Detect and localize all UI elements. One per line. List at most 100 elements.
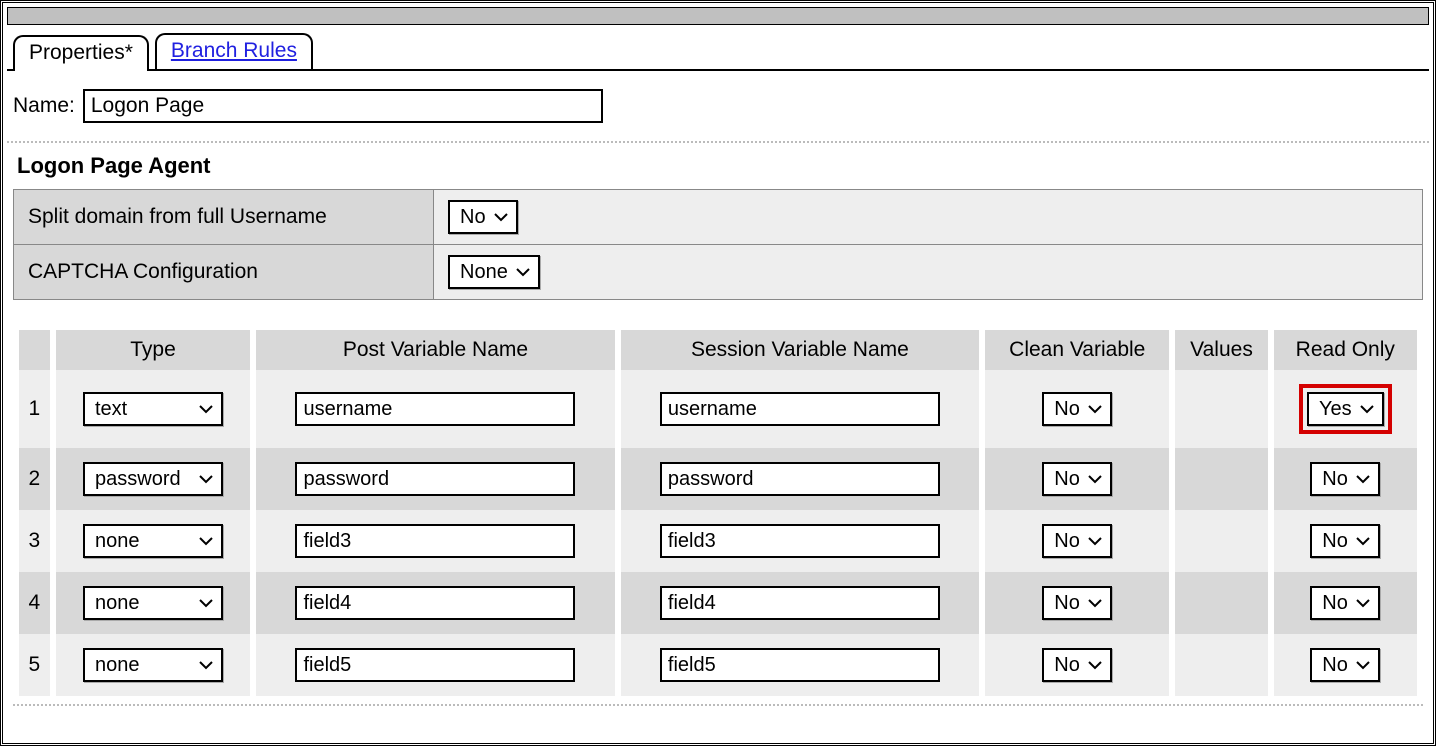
- row-readonly-cell: No: [1274, 634, 1417, 696]
- chevron-down-icon: [1088, 404, 1102, 414]
- row-readonly-cell: Yes: [1274, 370, 1417, 448]
- post-variable-input[interactable]: [295, 524, 575, 558]
- chevron-down-icon: [199, 474, 213, 484]
- chevron-down-icon: [1356, 598, 1370, 608]
- chevron-down-icon: [1356, 536, 1370, 546]
- captcha-label: CAPTCHA Configuration: [14, 245, 434, 300]
- chevron-down-icon: [199, 536, 213, 546]
- row-post-cell: [256, 370, 614, 448]
- post-variable-input[interactable]: [295, 392, 575, 426]
- captcha-value-cell: None: [434, 245, 1423, 300]
- post-variable-input[interactable]: [295, 462, 575, 496]
- tab-properties[interactable]: Properties*: [13, 35, 149, 71]
- row-number: 5: [19, 634, 50, 696]
- clean-variable-select-text: No: [1054, 530, 1080, 553]
- readonly-select[interactable]: No: [1310, 586, 1380, 620]
- fields-header-session: Session Variable Name: [621, 330, 979, 370]
- split-domain-select-text: No: [460, 206, 486, 229]
- readonly-select[interactable]: No: [1310, 648, 1380, 682]
- readonly-select[interactable]: Yes: [1307, 392, 1384, 426]
- readonly-select[interactable]: No: [1310, 524, 1380, 558]
- session-variable-input[interactable]: [660, 648, 940, 682]
- type-select-text: text: [95, 398, 191, 421]
- clean-variable-select-text: No: [1054, 468, 1080, 491]
- chevron-down-icon: [199, 404, 213, 414]
- clean-variable-select-text: No: [1054, 398, 1080, 421]
- row-clean-cell: No: [985, 634, 1169, 696]
- clean-variable-select[interactable]: No: [1042, 586, 1112, 620]
- type-select-text: none: [95, 592, 191, 615]
- row-post-cell: [256, 572, 614, 634]
- table-row: 1textNoYes: [19, 370, 1417, 448]
- fields-header-clean: Clean Variable: [985, 330, 1169, 370]
- type-select-text: none: [95, 530, 191, 553]
- row-values-cell: [1175, 448, 1267, 510]
- row-number: 4: [19, 572, 50, 634]
- session-variable-input[interactable]: [660, 462, 940, 496]
- chevron-down-icon: [199, 598, 213, 608]
- row-number: 2: [19, 448, 50, 510]
- row-values-cell: [1175, 634, 1267, 696]
- row-post-cell: [256, 634, 614, 696]
- fields-header-readonly: Read Only: [1274, 330, 1417, 370]
- fields-wrap: Type Post Variable Name Session Variable…: [7, 330, 1429, 696]
- fields-table: Type Post Variable Name Session Variable…: [13, 330, 1423, 696]
- name-row: Name:: [7, 71, 1429, 143]
- table-row: 5 none No No: [19, 634, 1417, 696]
- table-row: 3 none No No: [19, 510, 1417, 572]
- tab-bar: Properties* Branch Rules: [7, 33, 1429, 71]
- fields-header-post: Post Variable Name: [256, 330, 614, 370]
- tab-branch-rules[interactable]: Branch Rules: [155, 33, 313, 69]
- settings-table: Split domain from full Username No CAPTC…: [13, 189, 1423, 300]
- row-clean-cell: No: [985, 572, 1169, 634]
- row-number: 3: [19, 510, 50, 572]
- captcha-select[interactable]: None: [448, 255, 540, 289]
- table-row: 4 none No No: [19, 572, 1417, 634]
- clean-variable-select[interactable]: No: [1042, 462, 1112, 496]
- chevron-down-icon: [1088, 660, 1102, 670]
- clean-variable-select-text: No: [1054, 654, 1080, 677]
- row-values-cell: [1175, 370, 1267, 448]
- post-variable-input[interactable]: [295, 648, 575, 682]
- session-variable-input[interactable]: [660, 524, 940, 558]
- type-select-text: password: [95, 468, 191, 491]
- row-post-cell: [256, 510, 614, 572]
- split-domain-value-cell: No: [434, 190, 1423, 245]
- window-titlebar: [7, 7, 1429, 25]
- row-type-cell: none: [56, 510, 251, 572]
- readonly-highlight: Yes: [1299, 384, 1392, 434]
- row-post-cell: [256, 448, 614, 510]
- type-select[interactable]: none: [83, 648, 223, 682]
- clean-variable-select[interactable]: No: [1042, 648, 1112, 682]
- type-select[interactable]: password: [83, 462, 223, 496]
- chevron-down-icon: [494, 212, 508, 222]
- clean-variable-select-text: No: [1054, 592, 1080, 615]
- row-type-cell: text: [56, 370, 251, 448]
- type-select[interactable]: text: [83, 392, 223, 426]
- post-variable-input[interactable]: [295, 586, 575, 620]
- fields-header-values: Values: [1175, 330, 1267, 370]
- type-select[interactable]: none: [83, 586, 223, 620]
- table-row: 2 password No No: [19, 448, 1417, 510]
- chevron-down-icon: [1356, 660, 1370, 670]
- readonly-select[interactable]: No: [1310, 462, 1380, 496]
- session-variable-input[interactable]: [660, 586, 940, 620]
- readonly-select-text: No: [1322, 592, 1348, 615]
- row-clean-cell: No: [985, 370, 1169, 448]
- row-session-cell: [621, 510, 979, 572]
- divider: [13, 704, 1423, 706]
- type-select[interactable]: none: [83, 524, 223, 558]
- readonly-select-text: No: [1322, 654, 1348, 677]
- split-domain-select[interactable]: No: [448, 200, 518, 234]
- row-type-cell: none: [56, 572, 251, 634]
- clean-variable-select[interactable]: No: [1042, 392, 1112, 426]
- chevron-down-icon: [516, 267, 530, 277]
- chevron-down-icon: [1088, 474, 1102, 484]
- tab-branch-rules-link[interactable]: Branch Rules: [171, 39, 297, 62]
- row-session-cell: [621, 572, 979, 634]
- row-clean-cell: No: [985, 510, 1169, 572]
- row-session-cell: [621, 634, 979, 696]
- name-input[interactable]: [83, 89, 603, 123]
- clean-variable-select[interactable]: No: [1042, 524, 1112, 558]
- session-variable-input[interactable]: [660, 392, 940, 426]
